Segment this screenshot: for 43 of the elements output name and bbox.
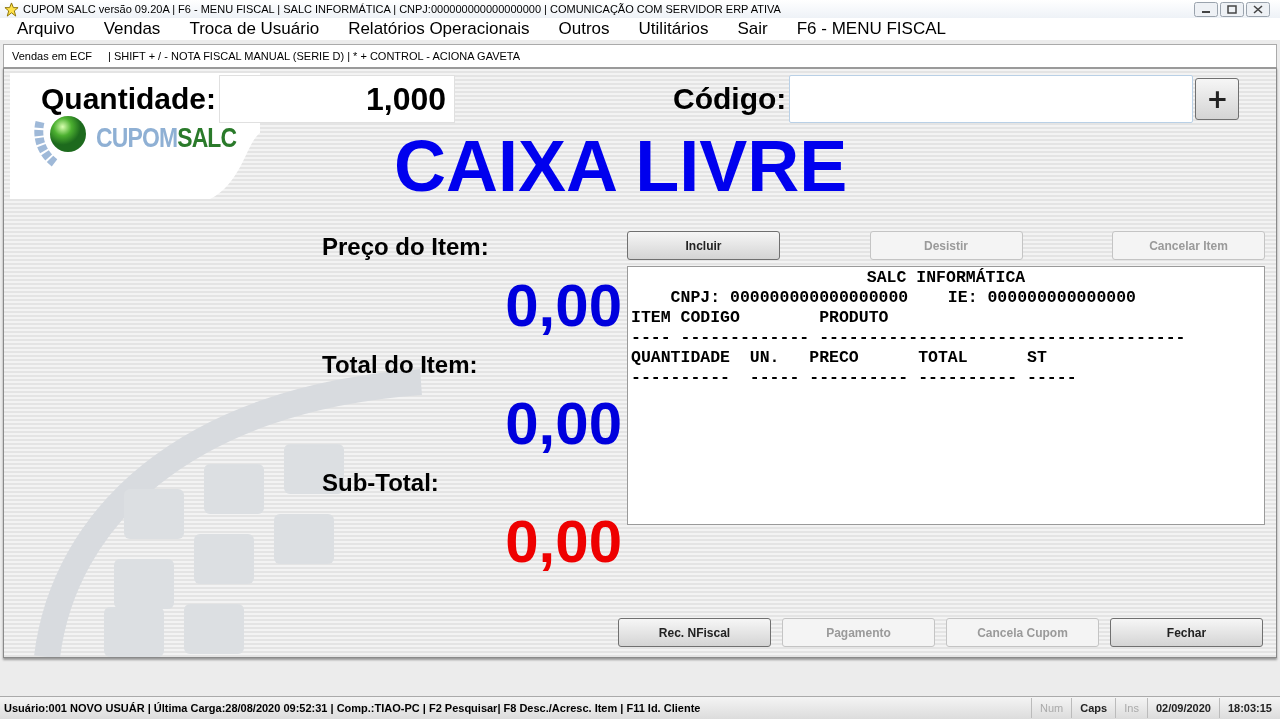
receipt-line: SALC INFORMÁTICA <box>865 268 1027 288</box>
menu-item[interactable]: Vendas <box>103 19 161 39</box>
status-text: Usuário:001 NOVO USUÁR | Última Carga:28/08/2020 09:52:31 | Comp.:TIAO-PC | F2 Pesquisar| F8 Desc./Acresc. Item | F11 Id. Cliente <box>4 702 702 714</box>
receipt-line: ITEM CODIGO PRODUTO <box>631 308 890 328</box>
tab[interactable]: Vendas em ECF <box>10 48 95 64</box>
status-caption: CAIXA LIVRE <box>394 126 849 206</box>
menu-item[interactable]: F6 - MENU FISCAL <box>796 19 946 39</box>
action-button[interactable]: Incluir <box>627 231 780 260</box>
key-indicator: Caps <box>1071 698 1116 718</box>
status-date: 02/09/2020 <box>1146 698 1219 718</box>
menu-item[interactable]: Sair <box>737 19 768 39</box>
menu-item[interactable]: Relatórios Operacionais <box>348 19 530 39</box>
shortcut-hint: | SHIFT + / - NOTA FISCAL MANUAL (SERIE D) | * + CONTROL - ACIONA GAVETA <box>108 50 521 62</box>
key-indicator: Ins <box>1115 698 1147 718</box>
menu-item[interactable]: Arquivo <box>17 19 75 39</box>
total-value: 0,00 <box>504 389 622 459</box>
maximize-icon[interactable] <box>1220 1 1244 17</box>
receipt-line: CNPJ: 000000000000000000 IE: 000000000000000 <box>669 288 1137 308</box>
quantity-label: Quantidade: <box>41 82 216 116</box>
action-button[interactable]: Fechar <box>1110 618 1263 647</box>
status-time: 18:03:15 <box>1218 698 1280 718</box>
action-button[interactable]: Rec. NFiscal <box>618 618 771 647</box>
receipt-line: ---- ------------- ------------------------------------- <box>631 328 1187 348</box>
total-value: 0,00 <box>504 507 622 577</box>
minimize-icon[interactable] <box>1194 1 1218 17</box>
total-label: Total do Item: <box>322 351 479 380</box>
add-button[interactable]: + <box>1195 78 1240 120</box>
close-icon[interactable] <box>1246 1 1270 17</box>
receipt-line: QUANTIDADE UN. PRECO TOTAL ST <box>631 348 1048 368</box>
receipt-line: ---------- ----- ---------- ---------- ----- <box>631 368 1078 388</box>
total-value: 0,00 <box>504 271 622 341</box>
logo-text: CUPOMSALC <box>96 122 237 154</box>
quantity-field[interactable]: 1,000 <box>219 75 455 123</box>
menu-item[interactable]: Troca de Usuário <box>189 19 320 39</box>
menu-item[interactable]: Utilitários <box>638 19 709 39</box>
total-label: Sub-Total: <box>322 469 440 498</box>
code-field[interactable] <box>789 75 1194 123</box>
window-title: CUPOM SALC versão 09.20A | F6 - MENU FISCAL | SALC INFORMÁTICA | CNPJ:000000000000000000 | COMUNICAÇÃO COM SERVIDOR ERP ATIVA <box>23 3 782 15</box>
code-label: Código: <box>673 82 787 116</box>
key-indicator: Num <box>1031 698 1072 718</box>
total-label: Preço do Item: <box>322 233 490 262</box>
star-icon <box>4 1 19 17</box>
menu-item[interactable]: Outros <box>558 19 610 39</box>
